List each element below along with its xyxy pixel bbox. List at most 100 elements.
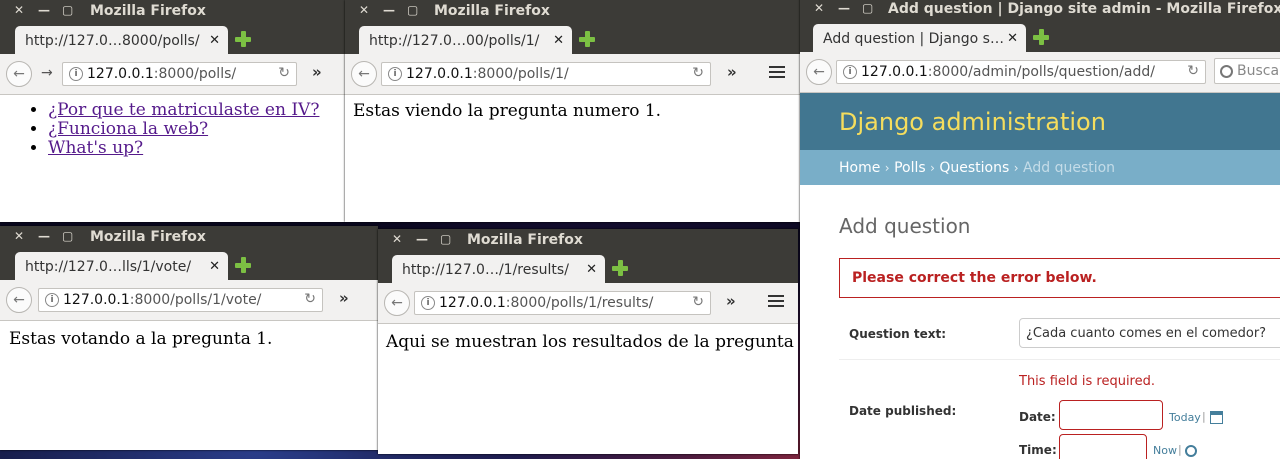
close-window-icon[interactable]: ✕: [14, 3, 24, 17]
tab-add-question[interactable]: Add question | Django s… ✕: [813, 24, 1026, 52]
close-tab-icon[interactable]: ✕: [209, 33, 220, 48]
reload-icon[interactable]: ↻: [692, 65, 704, 81]
tab-strip: http://127.0…00/polls/1/ ✕: [345, 22, 800, 54]
poll-link[interactable]: ¿Funciona la web?: [48, 119, 208, 139]
breadcrumb: Home › Polls › Questions › Add question: [800, 150, 1280, 185]
minimize-window-icon[interactable]: —: [38, 3, 50, 17]
close-window-icon[interactable]: ✕: [392, 232, 402, 246]
breadcrumb-home[interactable]: Home: [839, 160, 880, 176]
new-tab-icon[interactable]: [235, 257, 251, 273]
site-info-icon[interactable]: i: [69, 67, 83, 81]
url-path: :8000/polls/1/vote/: [129, 292, 262, 308]
poll-link[interactable]: ¿Por que te matriculaste en IV?: [48, 100, 319, 120]
url-bar[interactable]: i 127.0.0.1:8000/polls/ ↻: [62, 62, 297, 86]
page-content: Aqui se muestran los resultados de la pr…: [378, 324, 798, 454]
new-tab-icon[interactable]: [1033, 29, 1049, 45]
maximize-window-icon[interactable]: ▢: [62, 3, 73, 17]
time-input[interactable]: [1059, 434, 1147, 459]
back-icon[interactable]: ←: [384, 290, 410, 316]
nav-toolbar: ← i 127.0.0.1:8000/polls/1/vote/ ↻ »: [0, 280, 378, 321]
overflow-icon[interactable]: »: [312, 63, 322, 81]
close-tab-icon[interactable]: ✕: [586, 262, 597, 277]
window-title: Mozilla Firefox: [434, 3, 550, 19]
tab-label: Add question | Django s…: [823, 31, 1004, 47]
now-link[interactable]: Now: [1153, 444, 1177, 457]
nav-toolbar: ← i 127.0.0.1:8000/admin/polls/question/…: [800, 52, 1280, 93]
poll-link[interactable]: What's up?: [48, 138, 143, 158]
title-bar: ✕ — ▢ Add question | Django site admin -…: [800, 0, 1280, 20]
new-tab-icon[interactable]: [579, 31, 595, 47]
tab-question-detail[interactable]: http://127.0…00/polls/1/ ✕: [359, 26, 572, 54]
site-info-icon[interactable]: i: [843, 65, 857, 79]
close-tab-icon[interactable]: ✕: [1007, 31, 1018, 46]
url-bar[interactable]: i 127.0.0.1:8000/polls/1/results/ ↻: [414, 291, 711, 315]
list-item: ¿Funciona la web?: [48, 120, 345, 139]
reload-icon[interactable]: ↻: [1187, 63, 1199, 79]
back-icon[interactable]: ←: [6, 61, 32, 87]
back-icon[interactable]: ←: [6, 287, 32, 313]
maximize-window-icon[interactable]: ▢: [440, 232, 451, 246]
browser-window-question-detail: ✕ — ▢ Mozilla Firefox http://127.0…00/po…: [345, 0, 800, 222]
site-info-icon[interactable]: i: [388, 67, 402, 81]
hamburger-menu-icon[interactable]: [768, 295, 784, 307]
nav-toolbar: ← i 127.0.0.1:8000/polls/1/results/ ↻ »: [378, 283, 798, 324]
date-input[interactable]: [1059, 400, 1163, 430]
tab-polls-index[interactable]: http://127.0…8000/polls/ ✕: [15, 26, 228, 54]
overflow-icon[interactable]: »: [339, 289, 349, 307]
maximize-window-icon[interactable]: ▢: [862, 1, 873, 15]
list-item: ¿Por que te matriculaste en IV?: [48, 101, 345, 120]
minimize-window-icon[interactable]: —: [383, 3, 395, 17]
close-window-icon[interactable]: ✕: [14, 229, 24, 243]
minimize-window-icon[interactable]: —: [38, 229, 50, 243]
back-icon[interactable]: ←: [351, 61, 377, 87]
close-tab-icon[interactable]: ✕: [209, 259, 220, 274]
minimize-window-icon[interactable]: —: [416, 232, 428, 246]
admin-page: Django administration Home › Polls › Que…: [800, 93, 1280, 459]
url-bar[interactable]: i 127.0.0.1:8000/polls/1/ ↻: [381, 62, 711, 86]
page-title: Add question: [839, 214, 971, 238]
new-tab-icon[interactable]: [235, 31, 251, 47]
maximize-window-icon[interactable]: ▢: [407, 3, 418, 17]
close-window-icon[interactable]: ✕: [814, 1, 824, 15]
minimize-window-icon[interactable]: —: [838, 1, 850, 15]
hamburger-menu-icon[interactable]: [769, 66, 785, 78]
window-title: Mozilla Firefox: [90, 3, 206, 19]
overflow-icon[interactable]: »: [726, 292, 736, 310]
close-window-icon[interactable]: ✕: [359, 3, 369, 17]
reload-icon[interactable]: ↻: [278, 65, 290, 81]
url-bar[interactable]: i 127.0.0.1:8000/admin/polls/question/ad…: [836, 60, 1206, 84]
link-separator: |: [1178, 443, 1182, 456]
link-separator: |: [1202, 410, 1206, 423]
close-tab-icon[interactable]: ✕: [553, 33, 564, 48]
new-tab-icon[interactable]: [612, 260, 628, 276]
site-info-icon[interactable]: i: [421, 296, 435, 310]
calendar-icon[interactable]: [1210, 411, 1223, 424]
tab-label: http://127.0…8000/polls/: [25, 33, 200, 49]
tab-results[interactable]: http://127.0…/1/results/ ✕: [392, 255, 605, 283]
forward-icon[interactable]: →: [41, 65, 53, 81]
tab-strip: http://127.0…lls/1/vote/ ✕: [0, 248, 378, 280]
body-text: Aqui se muestran los resultados de la pr…: [386, 332, 798, 352]
overflow-icon[interactable]: »: [727, 63, 737, 81]
breadcrumb-questions[interactable]: Questions: [939, 160, 1009, 176]
tab-strip: http://127.0…8000/polls/ ✕: [0, 22, 345, 54]
tab-strip: Add question | Django s… ✕: [800, 20, 1280, 52]
tab-vote[interactable]: http://127.0…lls/1/vote/ ✕: [15, 252, 228, 280]
breadcrumb-polls[interactable]: Polls: [894, 160, 926, 176]
url-bar[interactable]: i 127.0.0.1:8000/polls/1/vote/ ↻: [38, 288, 323, 312]
url-path: :8000/polls/1/results/: [505, 295, 654, 311]
page-content: ¿Por que te matriculaste en IV? ¿Funcion…: [0, 95, 345, 222]
back-icon[interactable]: ←: [806, 59, 832, 85]
body-text: Estas votando a la pregunta 1.: [9, 329, 273, 349]
question-text-input[interactable]: ¿Cada cuanto comes en el comedor?: [1019, 318, 1280, 348]
reload-icon[interactable]: ↻: [304, 291, 316, 307]
maximize-window-icon[interactable]: ▢: [62, 229, 73, 243]
window-title: Add question | Django site admin - Mozil…: [888, 1, 1280, 17]
site-info-icon[interactable]: i: [45, 293, 59, 307]
site-branding[interactable]: Django administration: [839, 108, 1106, 136]
breadcrumb-separator: ›: [1013, 161, 1019, 175]
clock-icon[interactable]: [1185, 445, 1197, 457]
search-input[interactable]: Buscar: [1214, 58, 1280, 84]
today-link[interactable]: Today: [1169, 411, 1201, 424]
reload-icon[interactable]: ↻: [692, 294, 704, 310]
